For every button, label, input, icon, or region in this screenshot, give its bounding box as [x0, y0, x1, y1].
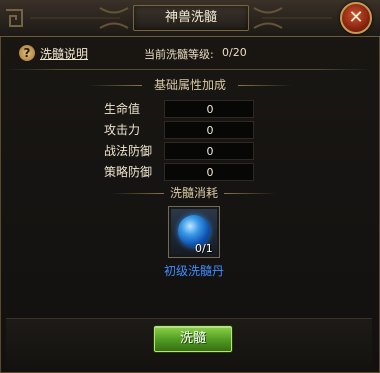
attribute-label: 攻击力	[104, 123, 141, 137]
section-line-left	[88, 85, 142, 86]
attribute-value-box: 0	[164, 121, 254, 139]
help-icon[interactable]: ?	[19, 45, 35, 61]
attribute-row-attack: 攻击力 0	[104, 121, 256, 139]
wash-level-value: 0/20	[222, 46, 247, 59]
attribute-row-strategy-defense: 策略防御 0	[104, 163, 256, 181]
divider	[6, 69, 372, 70]
info-bar: ? 洗髓说明 当前洗髓等级: 0/20	[6, 42, 372, 64]
attribute-row-tactic-defense: 战法防御 0	[104, 142, 256, 160]
consume-section-title: 洗髓消耗	[169, 186, 218, 200]
consume-line-left	[112, 193, 164, 194]
attribute-value-box: 0	[164, 142, 254, 160]
help-link[interactable]: 洗髓说明	[40, 45, 88, 62]
attribute-label: 战法防御	[104, 144, 153, 158]
attribute-value-box: 0	[164, 163, 254, 181]
consume-line-right	[224, 193, 276, 194]
section-line-right	[238, 85, 292, 86]
item-count: 0/1	[195, 242, 213, 255]
attribute-value: 0	[206, 124, 214, 137]
close-button[interactable]: ✕	[340, 2, 372, 34]
attribute-value: 0	[206, 166, 214, 179]
attribute-row-hp: 生命值 0	[104, 100, 256, 118]
attribute-value-box: 0	[164, 100, 254, 118]
attribute-label: 策略防御	[104, 165, 153, 179]
wash-level-label: 当前洗髓等级:	[144, 48, 214, 61]
close-icon: ✕	[348, 7, 364, 28]
window-title: 神兽洗髓	[164, 10, 217, 25]
wash-button[interactable]: 洗髓	[154, 326, 232, 352]
attribute-value: 0	[206, 103, 214, 116]
item-name[interactable]: 初级洗髓丹	[140, 262, 248, 279]
attribute-value: 0	[206, 145, 214, 158]
title-plate: 神兽洗髓	[133, 5, 249, 31]
wash-button-label: 洗髓	[179, 331, 206, 346]
attributes-section-title: 基础属性加成	[153, 78, 226, 92]
item-slot[interactable]: 0/1	[168, 206, 220, 258]
title-bar: 神兽洗髓 ✕	[0, 0, 380, 37]
attribute-label: 生命值	[104, 102, 141, 116]
